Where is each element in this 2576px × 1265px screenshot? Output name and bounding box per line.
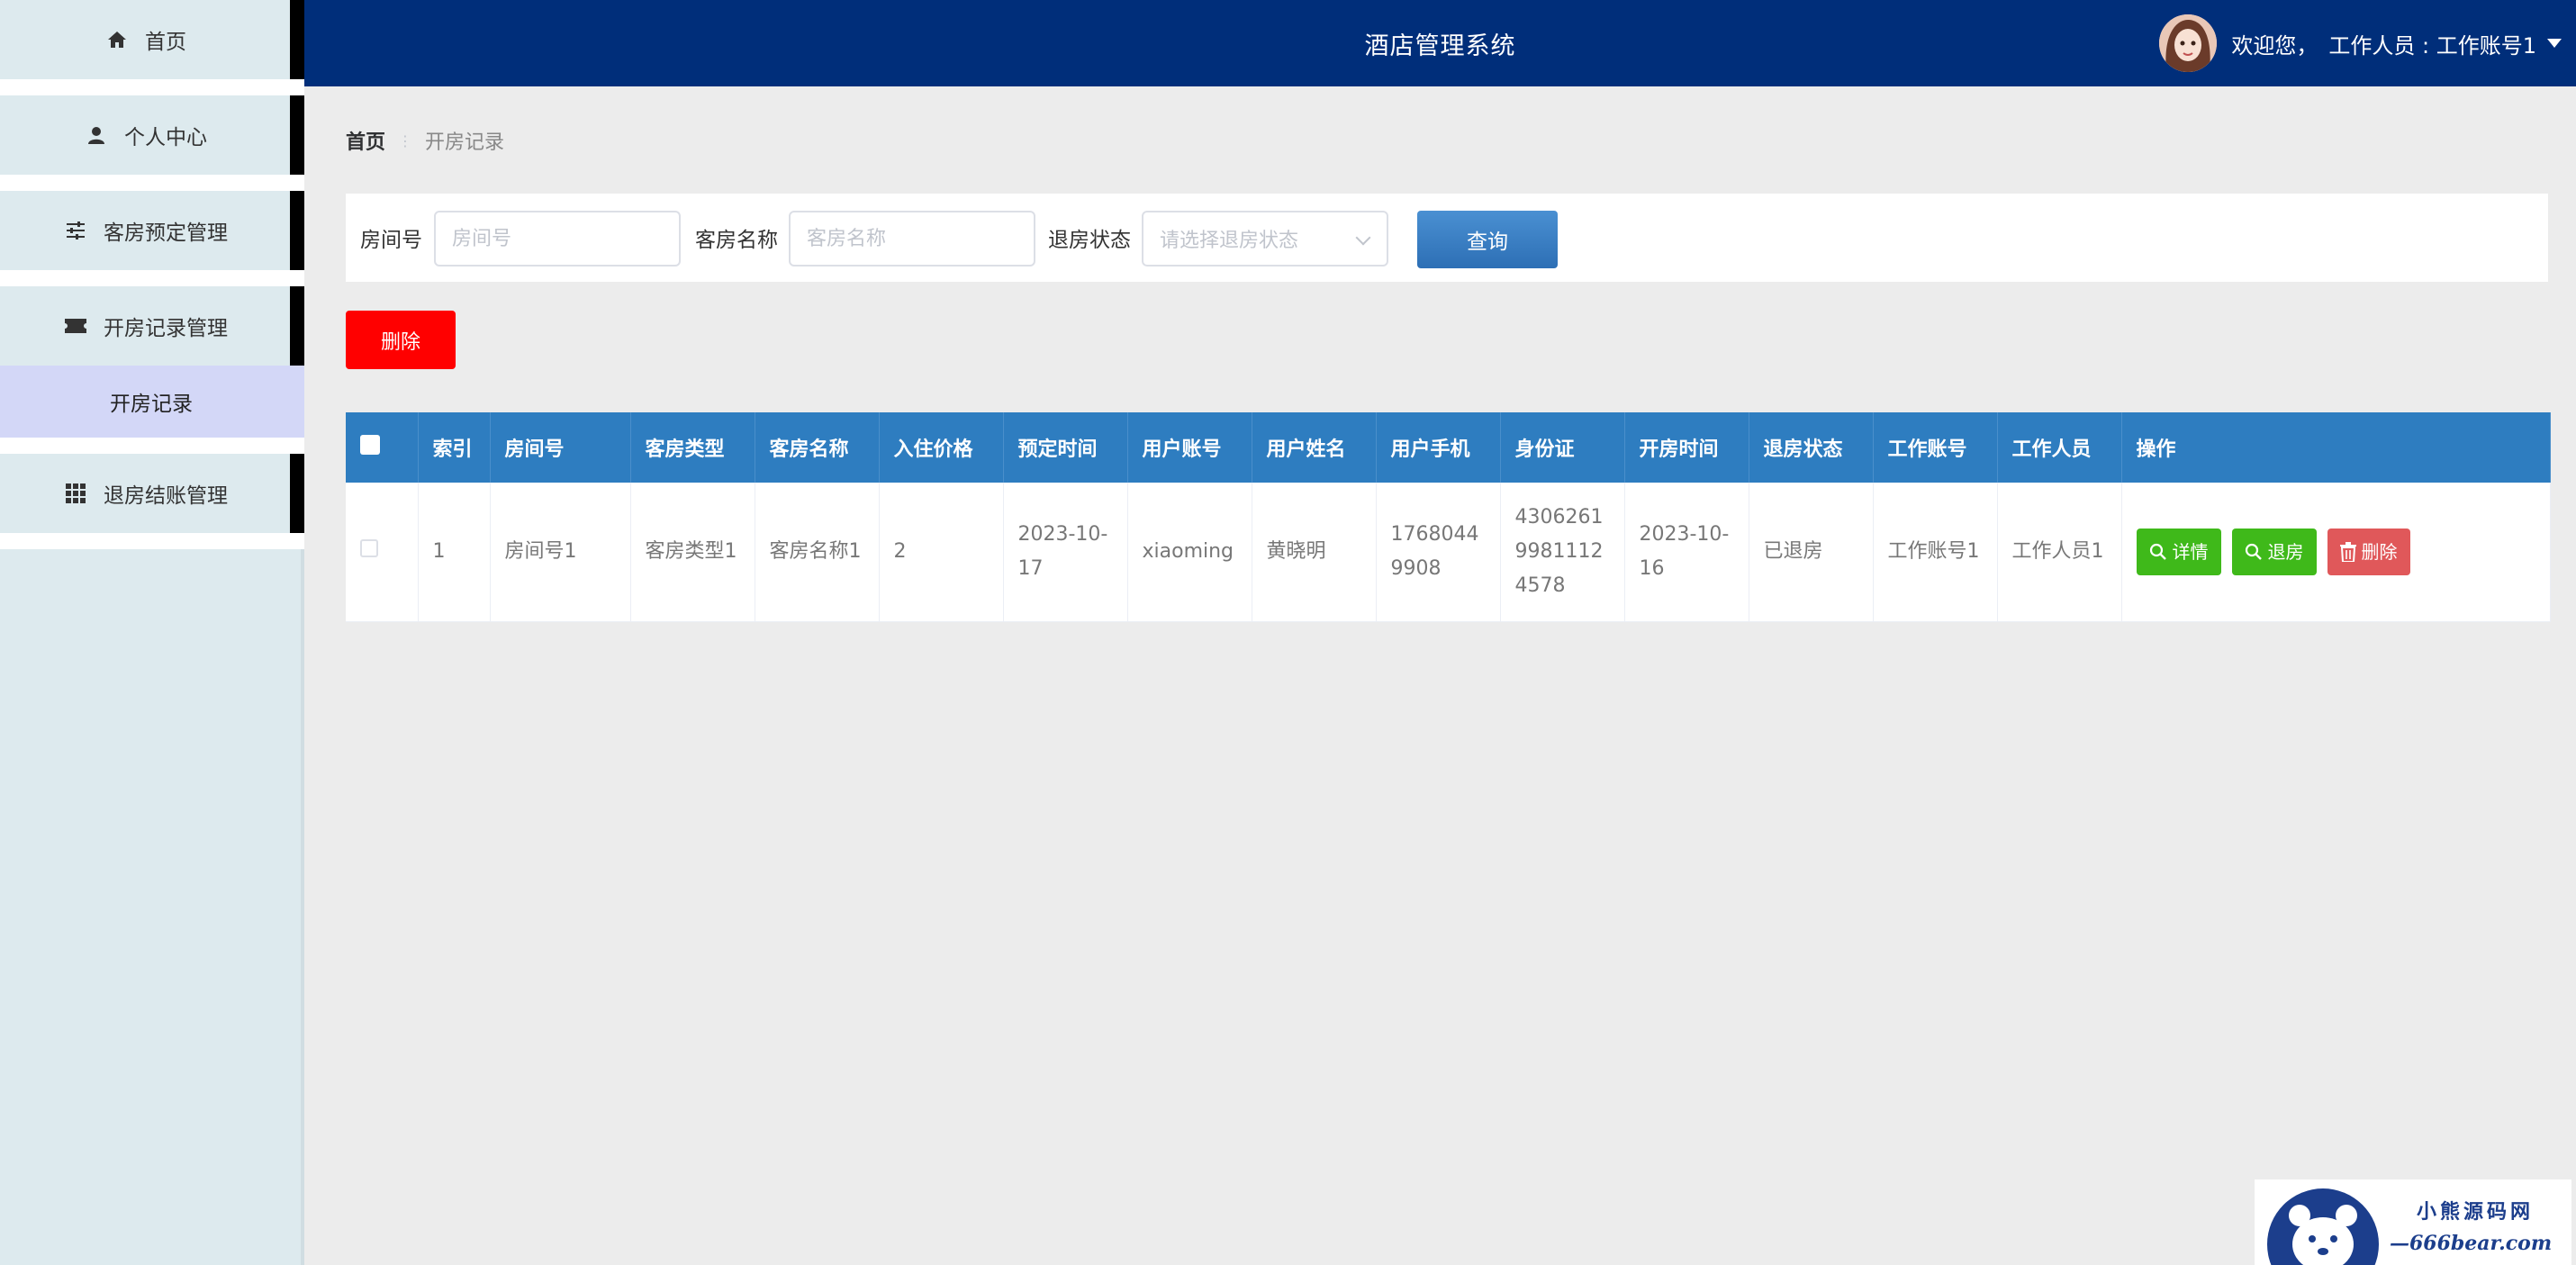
room-label: 房间号 bbox=[360, 229, 422, 252]
sidebar-item-home[interactable]: 首页 bbox=[0, 0, 304, 79]
column-header: 入住价格 bbox=[879, 412, 1004, 483]
row-checkbox[interactable] bbox=[360, 538, 378, 557]
column-header: 用户姓名 bbox=[1252, 412, 1377, 483]
sidebar-item-checkout[interactable]: 退房结账管理 bbox=[0, 454, 304, 533]
sidebar-item-label: 退房结账管理 bbox=[104, 484, 228, 508]
submenu-item-label: 开房记录 bbox=[110, 393, 193, 416]
column-header: 客房类型 bbox=[630, 412, 755, 483]
cell-staff: 工作人员1 bbox=[1997, 483, 2122, 622]
cell-room: 房间号1 bbox=[490, 483, 631, 622]
guest-name-label: 客房名称 bbox=[695, 229, 778, 252]
cell-phone: 17680449908 bbox=[1376, 483, 1501, 622]
sidebar: 首页 个人中心 客房预定管理 开房记录管理 开房记录 退房结账管理 bbox=[0, 0, 304, 1265]
user-menu[interactable]: 欢迎您， 工作人员 : 工作账号1 bbox=[2159, 0, 2562, 86]
sidebar-item-profile[interactable]: 个人中心 bbox=[0, 95, 304, 175]
cell-index: 1 bbox=[418, 483, 491, 622]
column-header: 退房状态 bbox=[1749, 412, 1874, 483]
breadcrumb-home[interactable]: 首页 bbox=[346, 126, 385, 155]
column-header: 索引 bbox=[418, 412, 491, 483]
column-header: 客房名称 bbox=[755, 412, 880, 483]
checkout-button[interactable]: 退房 bbox=[2231, 528, 2317, 575]
search-icon bbox=[2245, 543, 2262, 560]
sidebar-item-label: 首页 bbox=[145, 31, 186, 54]
breadcrumb-current: 开房记录 bbox=[425, 131, 505, 154]
sliders-icon bbox=[62, 217, 89, 244]
cell-operations: 详情 退房 删除 bbox=[2121, 483, 2551, 622]
trash-icon bbox=[2339, 541, 2356, 562]
grid-icon bbox=[62, 480, 89, 507]
column-header: 开房时间 bbox=[1624, 412, 1749, 483]
row-delete-button[interactable]: 删除 bbox=[2327, 528, 2410, 575]
query-button[interactable]: 查询 bbox=[1417, 211, 1558, 268]
table-header-row: 索引 房间号 客房类型 客房名称 入住价格 预定时间 用户账号 用户姓名 用户手… bbox=[346, 412, 2551, 483]
ticket-icon bbox=[62, 312, 89, 339]
column-header: 操作 bbox=[2121, 412, 2551, 483]
room-input[interactable] bbox=[434, 211, 681, 267]
sidebar-divider bbox=[0, 175, 304, 191]
sidebar-item-label: 个人中心 bbox=[124, 126, 207, 149]
caret-down-icon bbox=[2547, 39, 2562, 48]
column-header: 房间号 bbox=[490, 412, 631, 483]
select-all-checkbox[interactable] bbox=[360, 435, 380, 455]
column-header: 用户手机 bbox=[1376, 412, 1501, 483]
batch-delete-button[interactable]: 删除 bbox=[346, 311, 456, 369]
cell-user-account: xiaoming bbox=[1127, 483, 1252, 622]
cell-room-name: 客房名称1 bbox=[755, 483, 880, 622]
detail-button[interactable]: 详情 bbox=[2136, 528, 2221, 575]
checkout-status-label: 退房状态 bbox=[1048, 229, 1131, 252]
cell-booked-time: 2023-10-17 bbox=[1003, 483, 1128, 622]
sidebar-item-label: 客房预定管理 bbox=[104, 221, 228, 245]
cell-staff-account: 工作账号1 bbox=[1873, 483, 1998, 622]
checkout-label: 退房 bbox=[2267, 540, 2304, 563]
column-header: 工作账号 bbox=[1873, 412, 1998, 483]
column-header: 身份证 bbox=[1500, 412, 1625, 483]
sidebar-divider bbox=[0, 79, 304, 95]
checkout-status-select[interactable]: 请选择退房状态 bbox=[1142, 211, 1388, 267]
watermark-line1: 小熊源码网 bbox=[2417, 1200, 2535, 1224]
column-header: 工作人员 bbox=[1997, 412, 2122, 483]
row-delete-label: 删除 bbox=[2361, 540, 2398, 563]
top-header: 酒店管理系统 欢迎您， 工作人员 : 工作账号1 bbox=[304, 0, 2576, 86]
select-all-cell[interactable] bbox=[346, 412, 419, 483]
user-name: 工作人员 : 工作账号1 bbox=[2328, 32, 2536, 59]
guest-name-input[interactable] bbox=[789, 211, 1035, 267]
sidebar-item-label: 开房记录管理 bbox=[104, 317, 228, 340]
home-icon bbox=[104, 26, 131, 53]
sidebar-item-checkin-records[interactable]: 开房记录管理 bbox=[0, 286, 304, 366]
records-table: 索引 房间号 客房类型 客房名称 入住价格 预定时间 用户账号 用户姓名 用户手… bbox=[346, 412, 2551, 622]
search-panel: 房间号 客房名称 退房状态 请选择退房状态 查询 bbox=[346, 194, 2548, 282]
column-header: 用户账号 bbox=[1127, 412, 1252, 483]
cell-room-type: 客房类型1 bbox=[630, 483, 755, 622]
sidebar-item-booking[interactable]: 客房预定管理 bbox=[0, 191, 304, 270]
chevron-down-icon bbox=[1355, 230, 1371, 246]
cell-checkin-time: 2023-10-16 bbox=[1624, 483, 1749, 622]
sidebar-divider bbox=[0, 270, 304, 286]
bear-logo-icon bbox=[2267, 1188, 2379, 1265]
detail-label: 详情 bbox=[2172, 540, 2209, 563]
cell-user-name: 黄晓明 bbox=[1252, 483, 1377, 622]
sidebar-divider bbox=[0, 438, 304, 454]
watermark-logo: 小熊源码网 —666bear.com— bbox=[2255, 1179, 2571, 1265]
breadcrumb-separator: ⋮ bbox=[398, 131, 413, 149]
table-row: 1 房间号1 客房类型1 客房名称1 2 2023-10-17 xiaoming… bbox=[346, 483, 2551, 622]
watermark-line2: —666bear.com— bbox=[2390, 1232, 2553, 1265]
breadcrumb: 首页 ⋮ 开房记录 bbox=[346, 126, 504, 155]
row-select-cell[interactable] bbox=[346, 483, 419, 622]
user-icon bbox=[83, 122, 110, 149]
cell-checkout-status: 已退房 bbox=[1749, 483, 1874, 622]
search-icon bbox=[2149, 543, 2166, 560]
cell-id-card: 430626199811124578 bbox=[1500, 483, 1625, 622]
sidebar-divider bbox=[0, 533, 304, 549]
checkout-status-placeholder: 请选择退房状态 bbox=[1160, 230, 1299, 252]
submenu-item-checkin-record[interactable]: 开房记录 bbox=[0, 366, 304, 438]
avatar bbox=[2159, 14, 2218, 72]
column-header: 预定时间 bbox=[1003, 412, 1128, 483]
cell-price: 2 bbox=[879, 483, 1004, 622]
welcome-text: 欢迎您， bbox=[2231, 32, 2318, 59]
